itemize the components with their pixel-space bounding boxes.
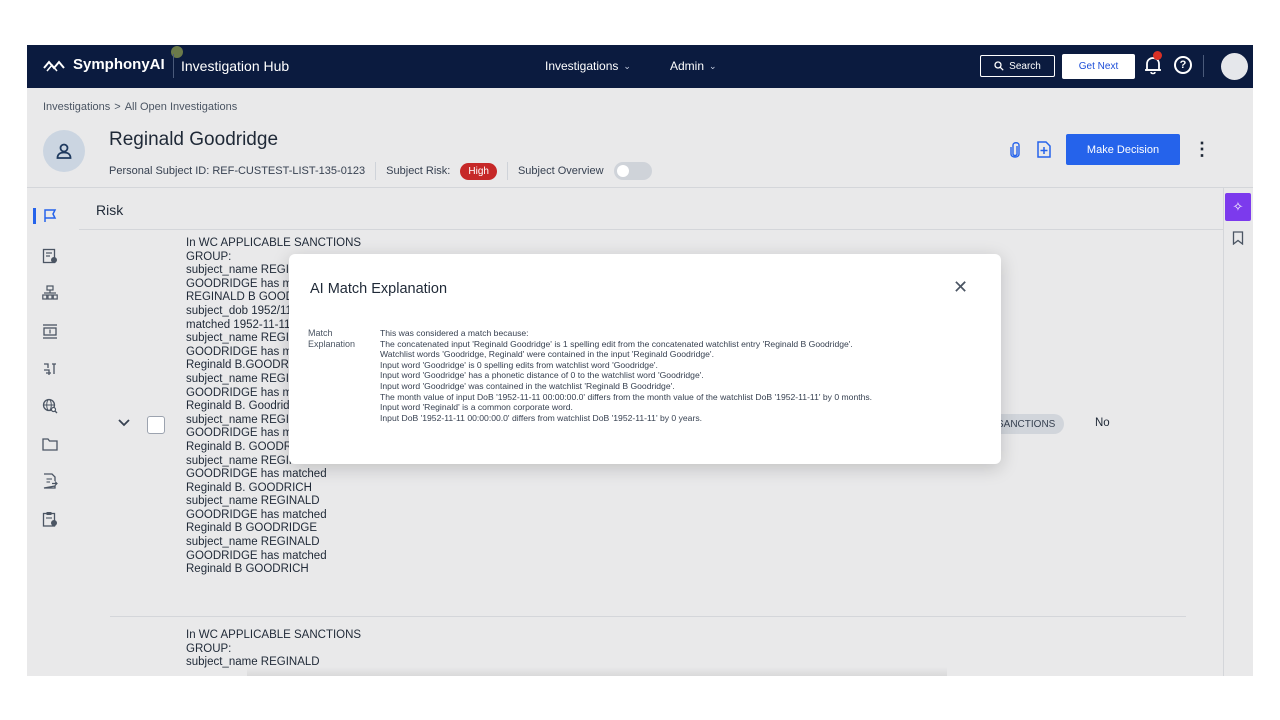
risk-reason-line: subject_name REGINALD bbox=[186, 536, 320, 549]
nav-investigations[interactable]: Investigations ⌄ bbox=[545, 59, 631, 73]
ai-match-explanation-modal: AI Match Explanation ✕ Match Explanation… bbox=[289, 254, 1001, 464]
row-checkbox[interactable] bbox=[147, 416, 165, 434]
match-explanation-text: This was considered a match because: The … bbox=[380, 328, 992, 423]
nav-divider bbox=[173, 54, 174, 78]
risk-reason-line: GOODRIDGE has matched bbox=[186, 549, 327, 562]
chevron-down-icon: ⌄ bbox=[709, 60, 717, 71]
notes-icon[interactable] bbox=[39, 470, 61, 492]
risk-reason-line: GOODRIDGE has matched bbox=[186, 508, 327, 521]
explanation-line: Input word 'Goodridge' is 0 spelling edi… bbox=[380, 359, 658, 370]
scroll-shadow bbox=[247, 667, 947, 676]
explanation-line: Input word 'Goodridge' was contained in … bbox=[380, 380, 675, 391]
folder-icon[interactable] bbox=[39, 433, 61, 455]
explanation-line: Input DoB '1952-11-11 00:00:00.0' differ… bbox=[380, 412, 703, 423]
bookmark-icon[interactable] bbox=[1232, 231, 1244, 245]
more-options-icon[interactable]: ⋮ bbox=[1193, 139, 1211, 160]
section-divider bbox=[79, 229, 1223, 230]
close-icon[interactable]: ✕ bbox=[953, 278, 968, 296]
list-type-chip: SANCTIONS bbox=[991, 414, 1064, 434]
hub-name: Investigation Hub bbox=[181, 58, 290, 74]
flag-icon[interactable] bbox=[39, 205, 61, 227]
search-label: Search bbox=[1009, 60, 1041, 72]
risk-reason-line: Reginald B. GOODRICH bbox=[186, 481, 312, 494]
risk-reason-line: In WC APPLICABLE SANCTIONS bbox=[186, 237, 362, 249]
subject-avatar bbox=[43, 130, 85, 172]
risk-reason-line: GOODRIDGE has matched bbox=[186, 468, 327, 481]
audit-icon[interactable] bbox=[39, 508, 61, 530]
brand-logo[interactable]: SymphonyAI bbox=[43, 56, 165, 73]
breadcrumb-separator: > bbox=[114, 101, 121, 113]
user-avatar[interactable] bbox=[1221, 53, 1248, 80]
search-icon bbox=[994, 61, 1004, 71]
help-icon[interactable]: ? bbox=[1174, 56, 1192, 74]
explanation-line: The month value of input DoB '1952-11-11… bbox=[380, 391, 873, 402]
app-frame: SymphonyAI Investigation Hub Investigati… bbox=[27, 45, 1253, 676]
nav-admin[interactable]: Admin ⌄ bbox=[670, 59, 717, 73]
risk-reason-line: In WC APPLICABLE SANCTIONS bbox=[186, 629, 362, 641]
risk-reason-line: GROUP: bbox=[186, 642, 232, 655]
sparkle-icon[interactable]: ✧ bbox=[1225, 193, 1251, 221]
risk-reason-text: In WC APPLICABLE SANCTIONS GROUP: subject_… bbox=[186, 629, 376, 670]
explanation-line: Input word 'Reginald' is a common corpor… bbox=[380, 402, 573, 413]
meta-divider bbox=[375, 162, 377, 180]
right-rail bbox=[1223, 188, 1253, 676]
header-divider bbox=[27, 187, 1253, 188]
get-next-button[interactable]: Get Next bbox=[1062, 54, 1135, 79]
breadcrumb-root[interactable]: Investigations bbox=[43, 101, 110, 113]
chevron-down-icon[interactable] bbox=[118, 419, 130, 427]
meta-divider bbox=[506, 162, 508, 180]
risk-reason-line: subject_name REGINALD bbox=[186, 495, 320, 508]
explanation-line: Input word 'Goodridge' has a phonetic di… bbox=[380, 370, 704, 381]
nav-investigations-label: Investigations bbox=[545, 59, 619, 73]
modal-title: AI Match Explanation bbox=[310, 281, 448, 297]
explanation-line: Watchlist words 'Goodridge, Reginald' we… bbox=[380, 349, 714, 360]
decision-cell: No bbox=[1095, 417, 1110, 429]
subject-overview-label: Subject Overview bbox=[517, 165, 604, 177]
transactions-icon[interactable] bbox=[39, 320, 61, 342]
web-search-icon[interactable] bbox=[39, 395, 61, 417]
paperclip-icon[interactable] bbox=[1009, 141, 1021, 159]
add-file-icon[interactable] bbox=[1037, 141, 1051, 158]
relationships-icon[interactable] bbox=[39, 358, 61, 380]
person-icon bbox=[56, 143, 72, 159]
network-icon[interactable] bbox=[39, 282, 61, 304]
match-explanation-label: Match Explanation bbox=[308, 328, 356, 349]
subject-name: Reginald Goodridge bbox=[109, 129, 279, 150]
explanation-line: This was considered a match because: bbox=[380, 328, 529, 338]
search-button[interactable]: Search bbox=[980, 55, 1055, 77]
risk-reason-line: Reginald B GOODRIDGE bbox=[186, 522, 318, 535]
risk-reason-line: Reginald B GOODRICH bbox=[186, 563, 309, 576]
nav-divider bbox=[1203, 55, 1204, 77]
symphony-logo-icon bbox=[43, 59, 65, 71]
document-icon[interactable] bbox=[39, 245, 61, 267]
breadcrumb: Investigations > All Open Investigations bbox=[43, 101, 237, 113]
breadcrumb-current[interactable]: All Open Investigations bbox=[125, 101, 238, 113]
risk-badge: High bbox=[460, 162, 497, 180]
subject-meta: Personal Subject ID: REF-CUSTEST-LIST-13… bbox=[109, 162, 652, 180]
subject-id: Personal Subject ID: REF-CUSTEST-LIST-13… bbox=[109, 165, 366, 177]
risk-section-title: Risk bbox=[96, 202, 124, 218]
brand-name: SymphonyAI bbox=[73, 56, 165, 73]
chevron-down-icon: ⌄ bbox=[623, 60, 631, 71]
subject-risk-label: Subject Risk: bbox=[386, 165, 451, 177]
top-nav: SymphonyAI Investigation Hub Investigati… bbox=[27, 45, 1253, 88]
subject-overview-toggle[interactable] bbox=[613, 162, 652, 180]
active-indicator bbox=[33, 208, 36, 224]
make-decision-button[interactable]: Make Decision bbox=[1066, 134, 1180, 165]
notification-dot bbox=[1153, 51, 1162, 60]
nav-admin-label: Admin bbox=[670, 59, 705, 73]
explanation-line: The concatenated input 'Reginald Goodrid… bbox=[380, 338, 853, 349]
row-divider bbox=[110, 616, 1186, 617]
